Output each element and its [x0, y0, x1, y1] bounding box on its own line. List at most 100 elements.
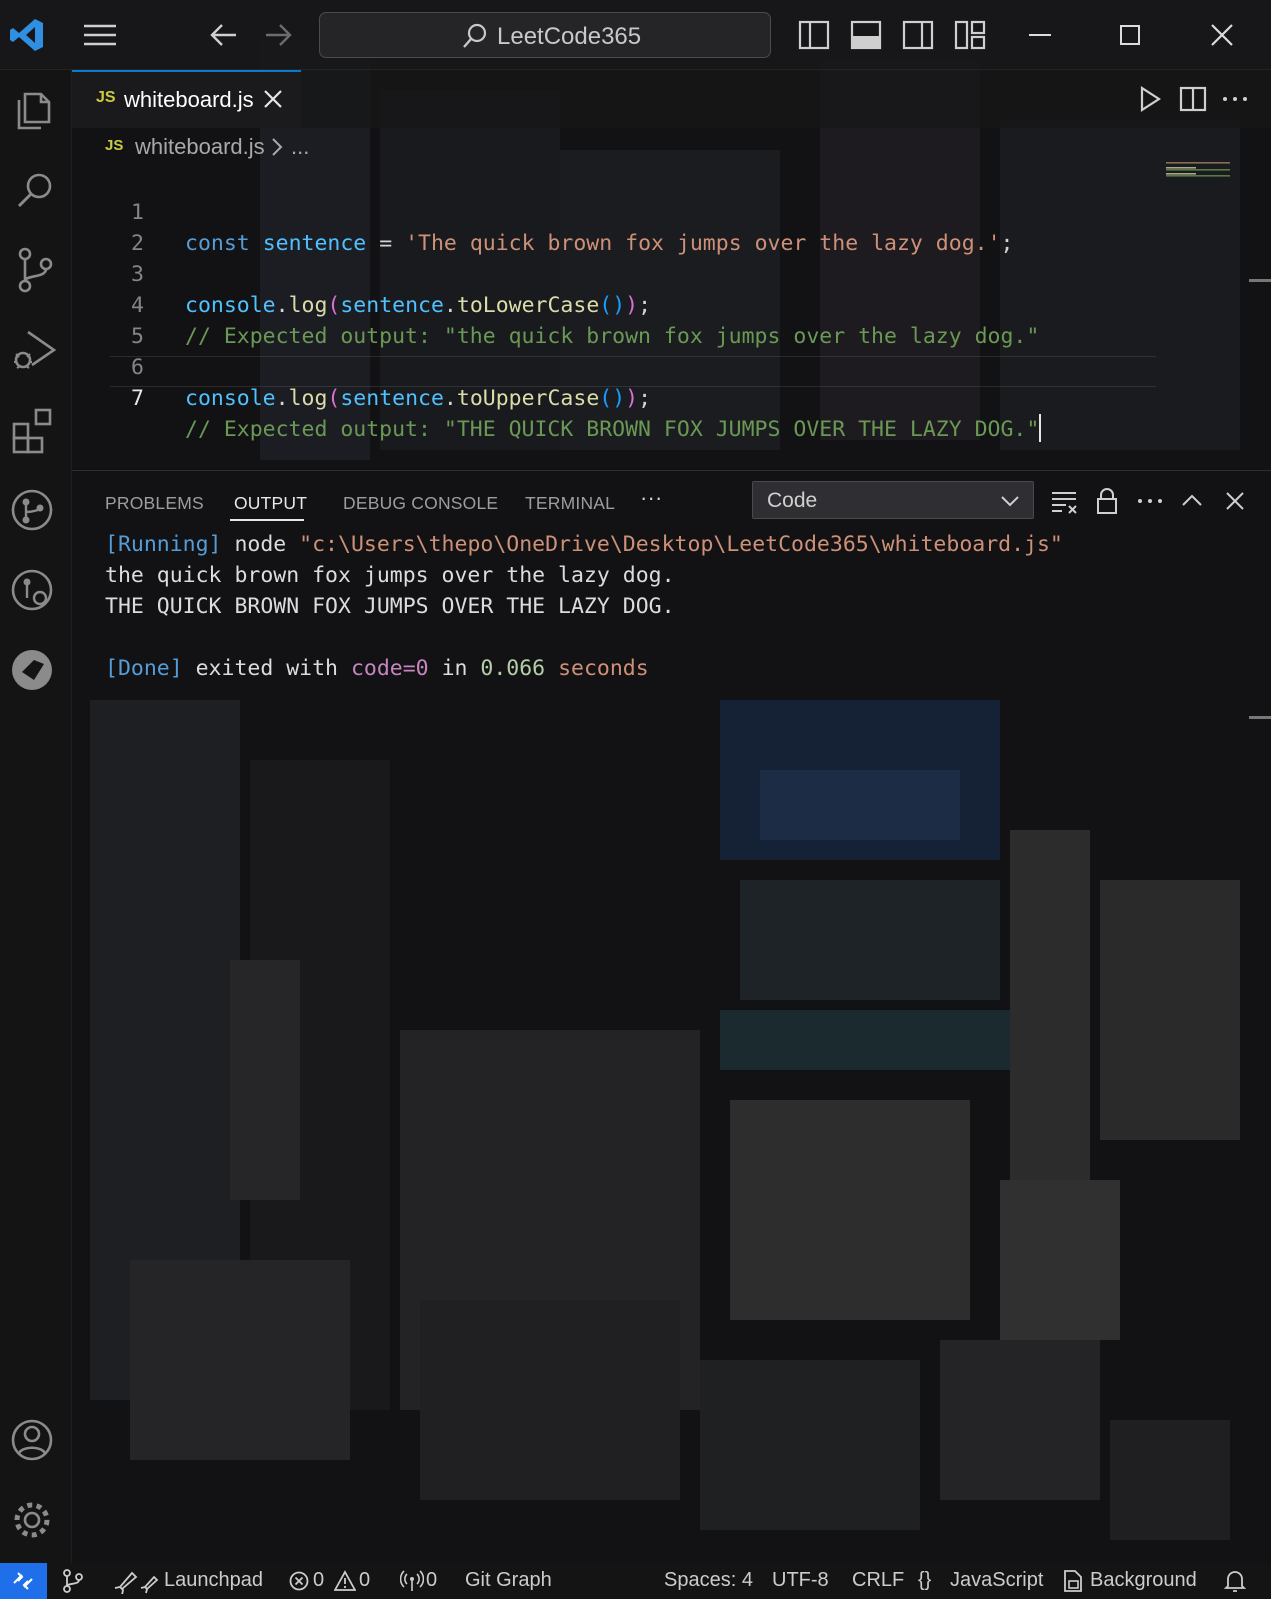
minimize-icon[interactable] — [1020, 15, 1060, 55]
identifier: sentence — [340, 386, 444, 411]
clear-output-icon[interactable] — [1048, 485, 1080, 517]
launchpad-item[interactable]: Launchpad — [164, 1569, 263, 1592]
dot: . — [275, 386, 289, 411]
split-editor-icon[interactable] — [1178, 84, 1208, 114]
more-views-icon[interactable]: ··· — [640, 485, 663, 511]
eol-item[interactable]: CRLF — [852, 1569, 904, 1592]
search-label: LeetCode365 — [497, 23, 642, 50]
menu-icon[interactable] — [80, 15, 120, 55]
running-path: "c:\Users\thepo\OneDrive\Desktop\LeetCod… — [299, 532, 1063, 557]
live-share-icon[interactable] — [8, 642, 64, 698]
maximize-panel-icon[interactable] — [1176, 485, 1208, 517]
search-view-icon[interactable] — [8, 162, 64, 218]
comment: // Expected output: "THE QUICK BROWN FOX… — [185, 417, 1040, 442]
exit-code: code=0 — [350, 656, 429, 681]
settings-gear-icon[interactable] — [8, 1492, 64, 1548]
code-line: 5 — [72, 290, 1172, 349]
js-file-icon: JS — [96, 89, 116, 106]
extensions-icon[interactable] — [8, 402, 64, 458]
paren: ) — [625, 386, 639, 411]
bell-icon[interactable] — [1223, 1568, 1247, 1594]
close-panel-icon[interactable] — [1219, 485, 1251, 517]
warning-count[interactable]: 0 — [359, 1569, 370, 1592]
semicolon: ; — [638, 386, 652, 411]
language-braces: {} — [918, 1569, 932, 1591]
run-file-icon[interactable] — [1134, 84, 1164, 114]
account-icon[interactable] — [8, 1412, 64, 1468]
identifier: console — [185, 386, 276, 411]
forward-arrow-icon[interactable] — [258, 15, 298, 55]
more-actions-icon[interactable] — [1134, 485, 1166, 517]
tab-terminal[interactable]: TERMINAL — [525, 493, 615, 514]
minimap[interactable] — [1166, 162, 1234, 182]
branch-icon[interactable] — [61, 1568, 85, 1594]
warning-icon — [334, 1570, 356, 1592]
output-line: the quick brown fox jumps over the lazy … — [105, 563, 675, 588]
code-line: 1 const sentence = 'The quick brown fox … — [72, 166, 1172, 256]
code-line: 3 console.log(sentence.toLowerCase()); — [72, 228, 1172, 318]
channel-value: Code — [767, 489, 818, 512]
text-cursor — [1039, 414, 1042, 442]
tab-debug-console[interactable]: DEBUG CONSOLE — [343, 493, 498, 514]
breadcrumb-file[interactable]: whiteboard.js — [135, 134, 265, 160]
git-graph-icon[interactable] — [8, 482, 64, 538]
done-text: seconds — [545, 656, 649, 681]
background-item[interactable]: Background — [1090, 1569, 1197, 1592]
tab-output[interactable]: OUTPUT — [234, 493, 307, 514]
command-center-search[interactable]: LeetCode365 — [319, 12, 771, 58]
remote-indicator[interactable] — [0, 1563, 47, 1599]
lock-icon[interactable] — [1091, 485, 1123, 517]
code-editor[interactable]: 1 const sentence = 'The quick brown fox … — [72, 166, 1172, 442]
dot: . — [443, 386, 457, 411]
customize-layout-icon[interactable] — [950, 15, 990, 55]
encoding-item[interactable]: UTF-8 — [772, 1569, 829, 1592]
chevron-down-icon — [999, 490, 1021, 512]
close-window-icon[interactable] — [1202, 15, 1242, 55]
output-line: [Done] exited with code=0 in 0.066 secon… — [105, 653, 649, 684]
chevron-right-icon — [269, 136, 285, 158]
editor-scrollbar-marker[interactable] — [1249, 279, 1271, 282]
running-tag: [Running] — [105, 532, 222, 557]
toggle-primary-sidebar-icon[interactable] — [794, 15, 834, 55]
breadcrumb-symbols[interactable]: ... — [291, 134, 309, 160]
back-arrow-icon[interactable] — [204, 15, 244, 55]
more-actions-icon[interactable] — [1220, 84, 1250, 114]
maximize-icon[interactable] — [1110, 15, 1150, 55]
ports-count[interactable]: 0 — [426, 1569, 437, 1592]
error-icon — [288, 1570, 310, 1592]
tab-problems[interactable]: PROBLEMS — [105, 493, 204, 514]
code-line: 2 — [72, 197, 1172, 256]
done-tag: [Done] — [105, 656, 183, 681]
rocket-icon — [111, 1568, 159, 1594]
output-channel-select[interactable]: Code — [752, 481, 1034, 519]
indentation-item[interactable]: Spaces: 4 — [664, 1569, 753, 1592]
panel-scrollbar-marker[interactable] — [1249, 716, 1271, 719]
tab-label: whiteboard.js — [124, 87, 254, 112]
line-number: 7 — [131, 386, 144, 411]
function-name: log — [288, 386, 328, 411]
function-name: toUpperCase — [456, 386, 600, 411]
active-tab-indicator — [230, 519, 304, 521]
language-mode-item[interactable]: JavaScript — [950, 1569, 1043, 1592]
done-text: exited with — [182, 656, 351, 681]
gitlens-icon[interactable] — [8, 562, 64, 618]
activity-bar — [0, 70, 72, 1563]
toggle-secondary-sidebar-icon[interactable] — [898, 15, 938, 55]
search-icon — [460, 21, 490, 51]
status-bar: Launchpad 0 0 0 Git Graph Spaces: 4 UTF-… — [0, 1563, 1271, 1599]
remote-icon — [11, 1569, 35, 1593]
output-line: [Running] node "c:\Users\thepo\OneDrive\… — [105, 529, 1063, 560]
run-debug-icon[interactable] — [8, 322, 64, 378]
running-cmd: node — [221, 532, 300, 557]
editor-tab-strip: JS whiteboard.js — [72, 70, 1271, 128]
error-count[interactable]: 0 — [313, 1569, 324, 1592]
output-line: THE QUICK BROWN FOX JUMPS OVER THE LAZY … — [105, 594, 675, 619]
close-tab-icon[interactable] — [260, 86, 286, 112]
vscode-logo-icon — [8, 16, 48, 56]
elapsed-time: 0.066 — [480, 656, 546, 681]
tab-whiteboard-js[interactable]: JS whiteboard.js — [72, 70, 301, 128]
git-graph-item[interactable]: Git Graph — [465, 1569, 552, 1592]
explorer-icon[interactable] — [8, 82, 64, 138]
source-control-icon[interactable] — [8, 242, 64, 298]
toggle-panel-icon[interactable] — [846, 15, 886, 55]
